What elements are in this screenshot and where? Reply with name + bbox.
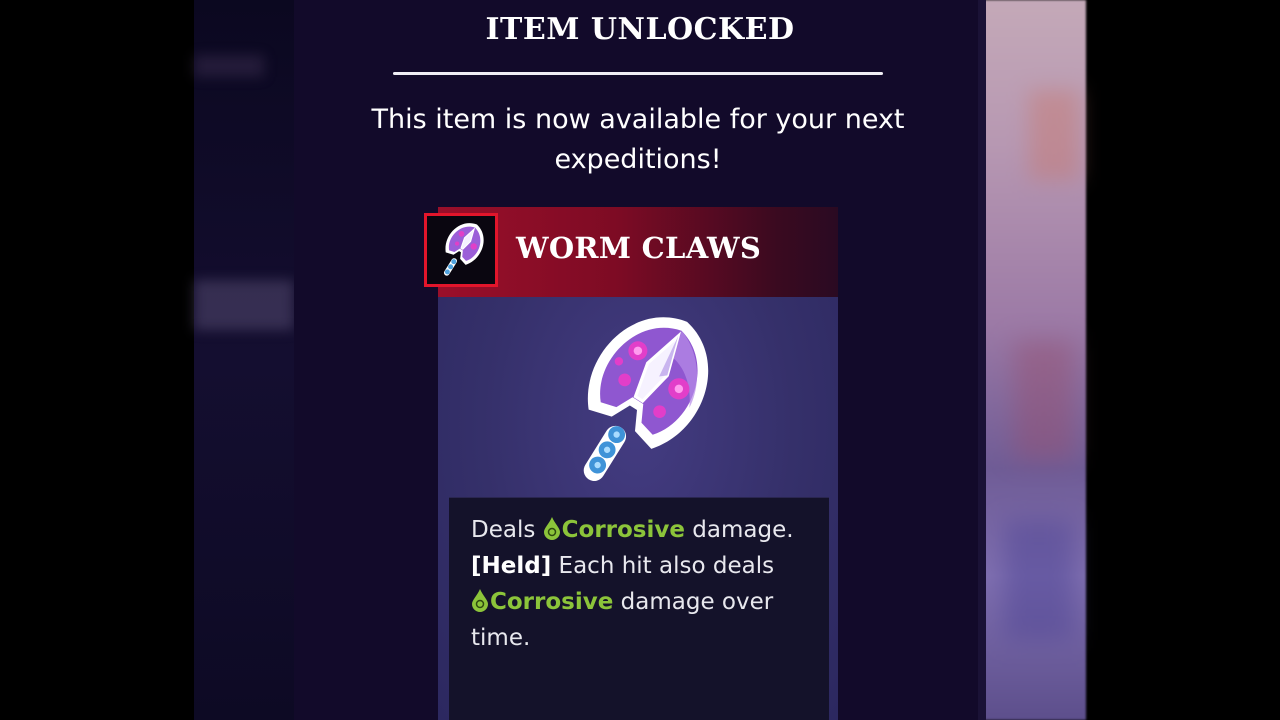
- description-text: Deals: [471, 517, 543, 543]
- description-text: damage.: [684, 517, 794, 543]
- corrosive-keyword: Corrosive: [561, 517, 685, 543]
- description-text: Each hit also deals: [551, 553, 775, 579]
- background-left-blur: [194, 0, 294, 720]
- description-line-3: Corrosive damage over: [471, 584, 807, 620]
- item-description: Deals Corrosive damage. [Held] Each hit …: [449, 497, 829, 720]
- item-name: WORM CLAWS: [516, 231, 762, 265]
- page-title: ITEM UNLOCKED: [485, 12, 795, 47]
- corrosive-icon: [472, 589, 488, 612]
- item-thumbnail: [424, 213, 498, 287]
- description-line-1: Deals Corrosive damage.: [471, 512, 807, 548]
- description-line-4: time.: [471, 625, 531, 651]
- corrosive-keyword: Corrosive: [490, 589, 614, 615]
- item-card-header: WORM CLAWS: [438, 207, 838, 297]
- letterbox-left: [0, 0, 194, 720]
- background-right-blur: [984, 0, 1086, 720]
- unlock-message-line2: expeditions!: [554, 144, 722, 175]
- held-tag: [Held]: [471, 553, 552, 579]
- letterbox-right: [1086, 0, 1280, 720]
- description-line-2: [Held] Each hit also deals: [471, 548, 807, 584]
- worm-claws-icon: [583, 317, 709, 481]
- title-divider: [393, 72, 883, 75]
- panel-edge: [978, 0, 986, 720]
- description-text: damage over: [613, 589, 774, 615]
- worm-claws-thumb-icon: [443, 223, 484, 276]
- unlock-message-line1: This item is now available for your next: [371, 104, 905, 135]
- corrosive-icon: [543, 517, 560, 540]
- unlock-message: This item is now available for your next…: [340, 100, 936, 180]
